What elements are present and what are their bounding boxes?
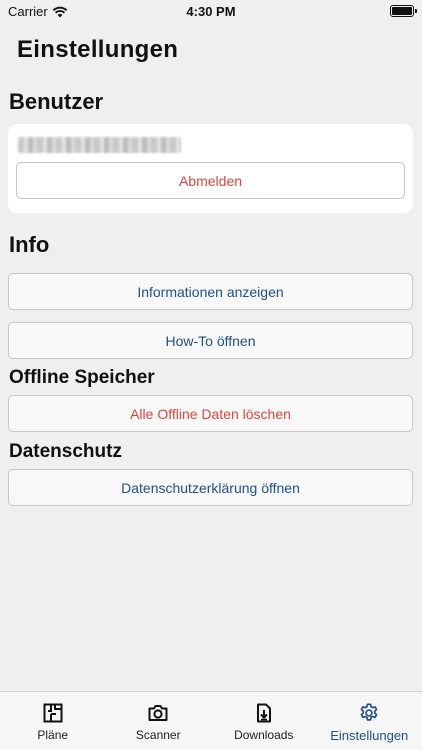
delete-offline-data-button[interactable]: Alle Offline Daten löschen — [8, 395, 413, 432]
tab-downloads[interactable]: Downloads — [211, 692, 317, 750]
show-info-button[interactable]: Informationen anzeigen — [8, 273, 413, 310]
open-howto-button[interactable]: How-To öffnen — [8, 322, 413, 359]
tab-label: Pläne — [37, 728, 69, 742]
gear-icon — [360, 703, 378, 721]
download-icon — [256, 703, 271, 723]
tab-scanner[interactable]: Scanner — [106, 692, 212, 750]
section-title-info: Info — [9, 232, 50, 257]
user-email-redacted — [18, 137, 181, 153]
tab-einstellungen[interactable]: Einstellungen — [317, 692, 422, 750]
battery-fill — [392, 7, 412, 15]
section-title-offline: Offline Speicher — [9, 367, 155, 388]
tab-bar: Pläne Scanner Downloads Einstellungen — [0, 691, 422, 750]
user-card: Abmelden — [8, 124, 413, 213]
battery-icon — [390, 5, 417, 17]
status-time: 4:30 PM — [186, 4, 236, 19]
page-title: Einstellungen — [17, 36, 179, 63]
section-title-user: Benutzer — [9, 89, 104, 114]
logout-button[interactable]: Abmelden — [16, 162, 405, 199]
tab-plaene[interactable]: Pläne — [0, 692, 106, 750]
open-privacy-policy-button[interactable]: Datenschutzerklärung öffnen — [8, 469, 413, 506]
tab-label: Scanner — [135, 728, 181, 742]
tab-label: Einstellungen — [330, 728, 409, 743]
floorplan-icon — [43, 703, 63, 723]
tab-label: Downloads — [234, 728, 294, 742]
status-bar: Carrier 4:30 PM — [0, 0, 422, 24]
camera-icon — [148, 705, 168, 721]
section-title-privacy: Datenschutz — [9, 441, 122, 462]
